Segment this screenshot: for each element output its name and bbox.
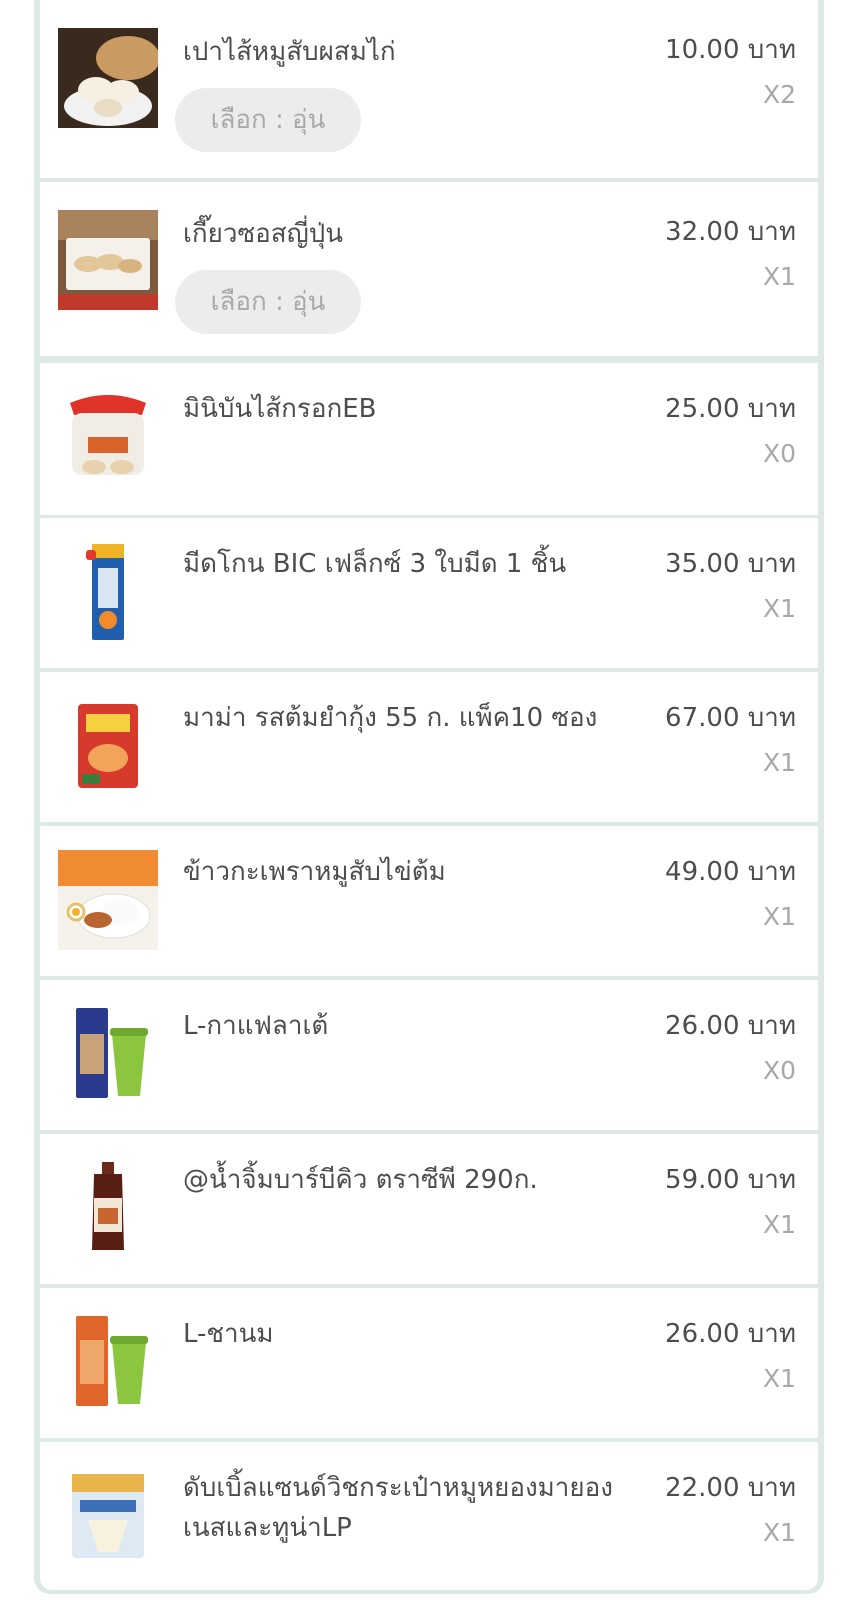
sauce-bottle-icon [58, 1158, 158, 1258]
item-quantity: X1 [762, 1518, 796, 1547]
item-name: เกี๊ยวซอสญี่ปุ่น [183, 219, 344, 249]
item-price: 59.00 บาท [665, 1165, 796, 1195]
cart-item[interactable]: มาม่า รสต้มยำกุ้ง 55 ก. แพ็ค10 ซอง 67.00… [40, 672, 818, 822]
option-chip[interactable]: เลือก : อุ่น [175, 270, 361, 334]
item-price: 49.00 บาท [665, 857, 796, 887]
item-name: มีดโกน BIC เฟล็กซ์ 3 ใบมีด 1 ชิ้น [183, 549, 567, 579]
item-price: 67.00 บาท [665, 703, 796, 733]
item-name: มินิบันไส้กรอกEB [183, 394, 377, 424]
item-price: 22.00 บาท [665, 1473, 796, 1503]
rice-meal-icon [58, 850, 158, 950]
item-price: 25.00 บาท [665, 394, 796, 424]
mini-bun-pack-icon [58, 385, 158, 485]
item-quantity: X0 [762, 439, 796, 468]
cart-item[interactable]: ข้าวกะเพราหมูสับไข่ต้ม 49.00 บาท X1 [40, 826, 818, 976]
item-name: มาม่า รสต้มยำกุ้ง 55 ก. แพ็ค10 ซอง [183, 703, 598, 733]
item-quantity: X1 [762, 594, 796, 623]
item-price: 26.00 บาท [665, 1011, 796, 1041]
milk-tea-cup-icon [58, 1312, 158, 1412]
item-price: 10.00 บาท [665, 35, 796, 65]
item-quantity: X1 [762, 262, 796, 291]
item-quantity: X1 [762, 902, 796, 931]
sandwich-pack-icon [58, 1466, 158, 1566]
item-name: @น้ำจิ้มบาร์บีคิว ตราซีพี 290ก. [183, 1165, 538, 1195]
item-price: 26.00 บาท [665, 1319, 796, 1349]
cart-item[interactable]: L-ชานม 26.00 บาท X1 [40, 1288, 818, 1438]
cart-item[interactable]: เกี๊ยวซอสญี่ปุ่น เลือก : อุ่น 32.00 บาท … [40, 182, 818, 356]
item-name: เปาไส้หมูสับผสมไก่ [183, 37, 396, 67]
item-quantity: X1 [762, 1210, 796, 1239]
cart-item[interactable]: มินิบันไส้กรอกEB 25.00 บาท X0 [40, 363, 818, 515]
item-quantity: X0 [762, 1056, 796, 1085]
item-price: 32.00 บาท [665, 217, 796, 247]
item-quantity: X1 [762, 1364, 796, 1393]
steamed-bun-icon [58, 28, 158, 128]
item-quantity: X1 [762, 748, 796, 777]
cart-item[interactable]: เปาไส้หมูสับผสมไก่ เลือก : อุ่น 10.00 บา… [40, 0, 818, 178]
item-price: 35.00 บาท [665, 549, 796, 579]
item-name: L-ชานม [183, 1319, 274, 1349]
cart-item[interactable]: ดับเบิ้ลแซนด์วิชกระเป๋าหมูหยองมายองเนสแล… [40, 1442, 818, 1590]
cart-item[interactable]: @น้ำจิ้มบาร์บีคิว ตราซีพี 290ก. 59.00 บา… [40, 1134, 818, 1284]
item-name: ดับเบิ้ลแซนด์วิชกระเป๋าหมูหยองมายองเนสแล… [183, 1473, 613, 1543]
item-name: ข้าวกะเพราหมูสับไข่ต้ม [183, 857, 446, 887]
noodle-pack-icon [58, 696, 158, 796]
cart-item[interactable]: L-กาแฟลาเต้ 26.00 บาท X0 [40, 980, 818, 1130]
gyoza-icon [58, 210, 158, 310]
razor-pack-icon [58, 542, 158, 642]
item-name: L-กาแฟลาเต้ [183, 1011, 329, 1041]
latte-cup-icon [58, 1004, 158, 1104]
item-quantity: X2 [762, 80, 796, 109]
cart-item[interactable]: มีดโกน BIC เฟล็กซ์ 3 ใบมีด 1 ชิ้น 35.00 … [40, 518, 818, 668]
option-chip[interactable]: เลือก : อุ่น [175, 88, 361, 152]
